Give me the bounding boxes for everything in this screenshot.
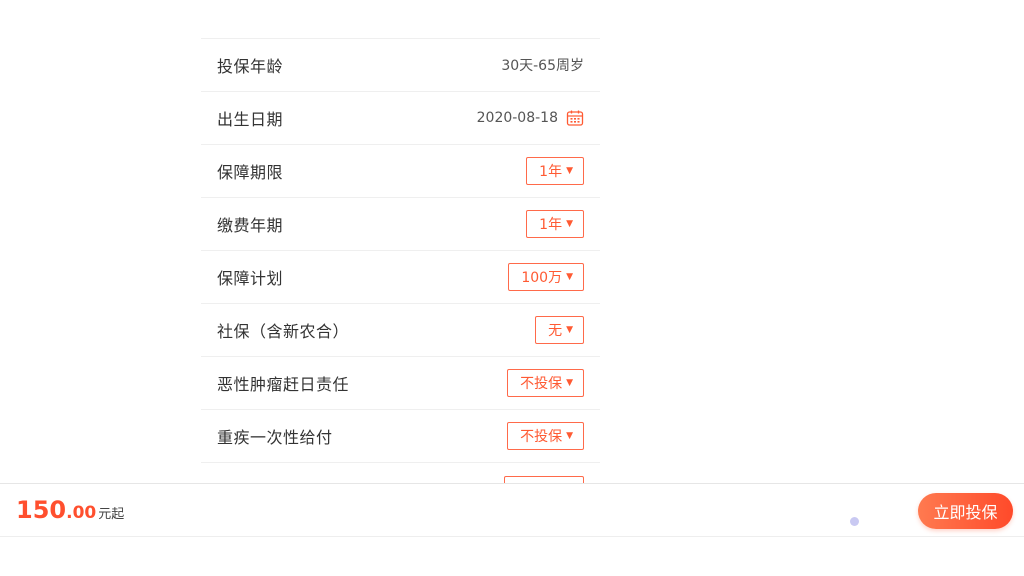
row-cancer-liability: 恶性肿瘤赶日责任 不投保 ▼ <box>201 357 600 410</box>
coverage-period-selected: 1年 <box>539 164 563 180</box>
caret-down-icon: ▼ <box>566 166 573 176</box>
price-decimal: .00 <box>66 503 97 523</box>
coverage-plan-selected: 100万 <box>521 270 563 286</box>
coverage-period-select[interactable]: 1年 ▼ <box>526 157 584 185</box>
payment-period-selected: 1年 <box>539 217 563 233</box>
critical-illness-label: 重疾一次性给付 <box>217 428 333 447</box>
caret-down-icon: ▼ <box>566 431 573 441</box>
row-insured-age: 投保年龄 30天-65周岁 <box>201 39 600 92</box>
caret-down-icon: ▼ <box>566 272 573 282</box>
row-coverage-plan: 保障计划 100万 ▼ <box>201 251 600 304</box>
cancer-liability-selected: 不投保 <box>520 376 563 392</box>
row-social-insurance: 社保（含新农合） 无 ▼ <box>201 304 600 357</box>
coverage-period-label: 保障期限 <box>217 163 284 182</box>
calendar-icon[interactable] <box>566 109 584 127</box>
critical-illness-selected: 不投保 <box>520 429 563 445</box>
birth-date-field[interactable]: 2020-08-18 <box>477 109 584 127</box>
row-coverage-period: 保障期限 1年 ▼ <box>201 145 600 198</box>
social-insurance-label: 社保（含新农合） <box>217 322 350 341</box>
cancer-liability-select[interactable]: 不投保 ▼ <box>507 369 584 397</box>
payment-period-select[interactable]: 1年 ▼ <box>526 210 584 238</box>
row-partial-hidden <box>201 463 600 504</box>
caret-down-icon: ▼ <box>566 378 573 388</box>
indicator-dot <box>850 517 859 526</box>
birth-date-value: 2020-08-18 <box>476 110 558 126</box>
insured-age-label: 投保年龄 <box>217 57 284 76</box>
social-insurance-select[interactable]: 无 ▼ <box>535 316 584 344</box>
payment-period-label: 缴费年期 <box>217 216 284 235</box>
price-display: 150.00 元起 <box>16 496 124 524</box>
insurance-form: 投保年龄 30天-65周岁 出生日期 2020-08-18 保障期限 1年 ▼ … <box>201 38 600 504</box>
coverage-plan-label: 保障计划 <box>217 269 284 288</box>
coverage-plan-select[interactable]: 100万 ▼ <box>508 263 584 291</box>
bottom-bar: 150.00 元起 立即投保 <box>0 483 1024 537</box>
birth-date-label: 出生日期 <box>217 110 284 129</box>
cancer-liability-label: 恶性肿瘤赶日责任 <box>217 375 350 394</box>
buy-now-button[interactable]: 立即投保 <box>918 493 1013 529</box>
social-insurance-selected: 无 <box>548 323 563 339</box>
price-integer: 150 <box>16 496 67 524</box>
insured-age-value: 30天-65周岁 <box>501 58 584 74</box>
price-suffix: 元起 <box>98 507 125 522</box>
row-birth-date[interactable]: 出生日期 2020-08-18 <box>201 92 600 145</box>
caret-down-icon: ▼ <box>566 219 573 229</box>
row-payment-period: 缴费年期 1年 ▼ <box>201 198 600 251</box>
caret-down-icon: ▼ <box>566 325 573 335</box>
critical-illness-select[interactable]: 不投保 ▼ <box>507 422 584 450</box>
row-critical-illness: 重疾一次性给付 不投保 ▼ <box>201 410 600 463</box>
